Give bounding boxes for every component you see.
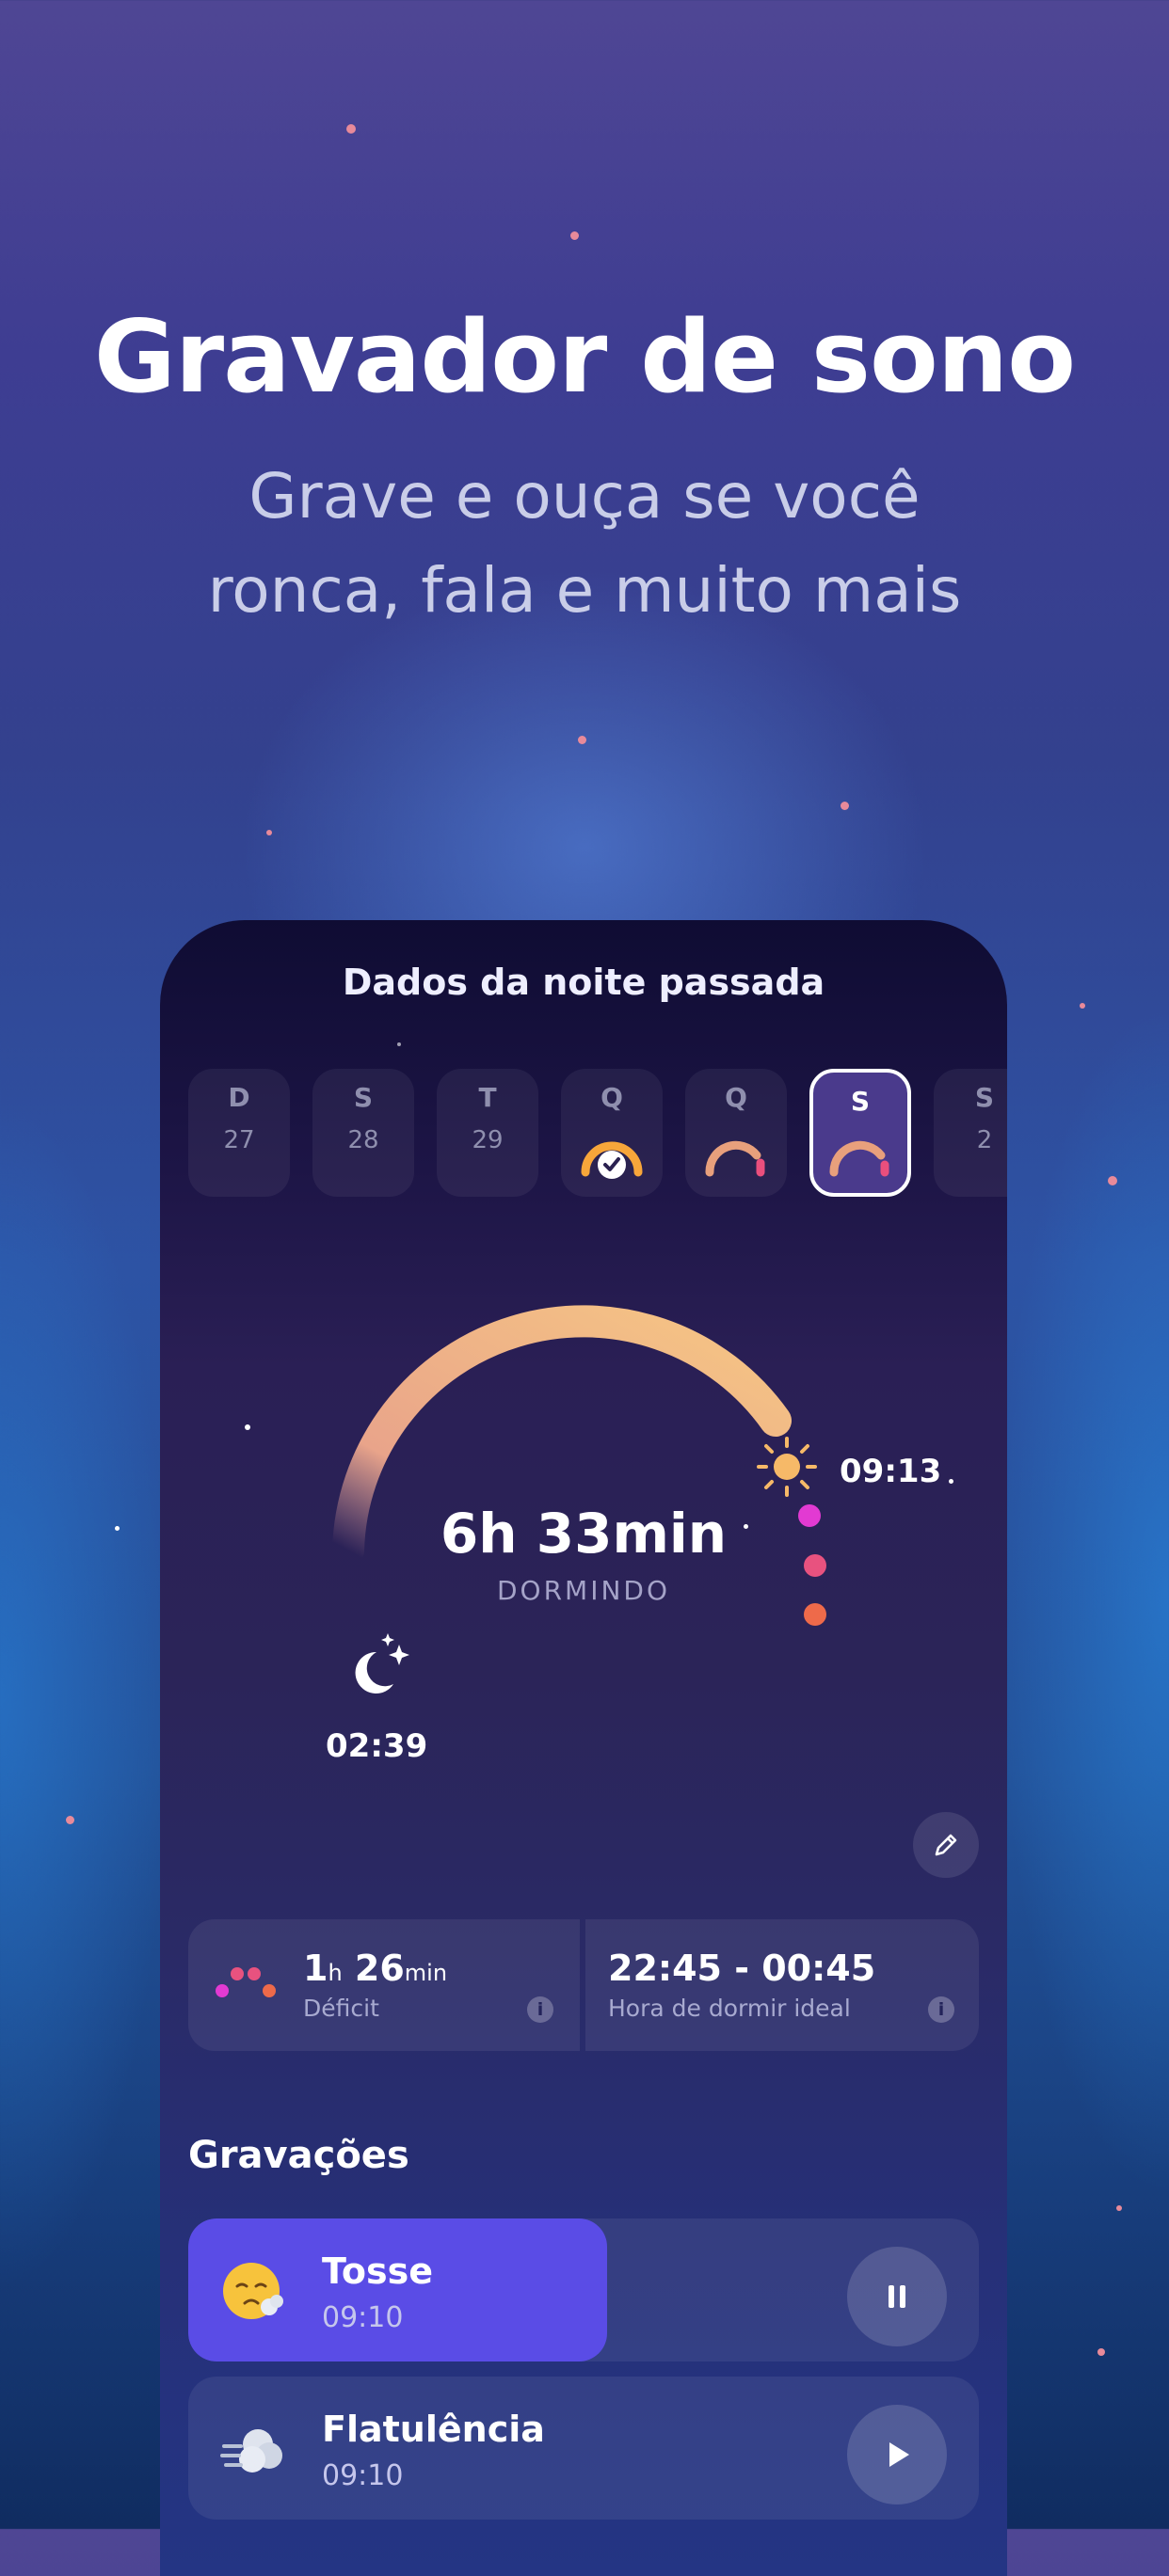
deficit-label: Déficit: [303, 1995, 379, 2022]
play-icon: [889, 2442, 909, 2467]
goal-met-icon: [581, 1141, 643, 1179]
deficit-value: 1h 26min: [303, 1948, 448, 1989]
day-selector: D 27 S 28 T 29 Q Q S S 2: [188, 1069, 1007, 1201]
sleep-arc-icon: [829, 1140, 889, 1177]
recording-time: 09:10: [322, 2459, 404, 2492]
coughing-face-icon: [223, 2263, 283, 2319]
pencil-icon: [935, 1834, 957, 1856]
info-icon[interactable]: i: [527, 1996, 553, 2023]
recording-item[interactable]: Tosse 09:10: [188, 2218, 979, 2361]
recording-name: Flatulência: [322, 2409, 545, 2450]
day-item[interactable]: Q: [561, 1069, 663, 1197]
recordings-title: Gravações: [188, 2134, 409, 2177]
gas-cloud-icon: [220, 2429, 282, 2473]
play-button[interactable]: [847, 2405, 947, 2504]
day-item[interactable]: S 2: [934, 1069, 1007, 1197]
ideal-bedtime-card[interactable]: 22:45 - 00:45 Hora de dormir ideal i: [585, 1919, 979, 2051]
moon-icon: [355, 1633, 409, 1693]
ideal-bedtime-label: Hora de dormir ideal: [608, 1995, 851, 2022]
edit-button[interactable]: [913, 1812, 979, 1878]
day-item[interactable]: T 29: [437, 1069, 538, 1197]
recording-time: 09:10: [322, 2301, 404, 2334]
subtitle-line-2: ronca, fala e muito mais: [207, 554, 962, 627]
ideal-bedtime-value: 22:45 - 00:45: [608, 1948, 876, 1989]
deficit-card[interactable]: 1h 26min Déficit i: [188, 1919, 580, 2051]
screen-title: Dados da noite passada: [342, 962, 825, 1003]
day-item[interactable]: S 28: [312, 1069, 414, 1197]
event-dot: [804, 1603, 826, 1626]
pause-button[interactable]: [847, 2247, 947, 2346]
day-item[interactable]: Q: [685, 1069, 787, 1197]
day-item[interactable]: D 27: [188, 1069, 290, 1197]
subtitle-line-1: Grave e ouça se você: [248, 460, 921, 533]
wake-time: 09:13: [840, 1453, 942, 1490]
dots-icon: [216, 1967, 276, 1997]
sleep-duration: 6h 33min: [440, 1502, 728, 1566]
headline: Gravador de sono: [93, 299, 1076, 415]
phone-screen: Dados da noite passada D 27 S 28 T 29 Q …: [160, 920, 1007, 2576]
day-item-selected[interactable]: S: [809, 1069, 911, 1197]
sleep-duration-label: DORMINDO: [496, 1575, 670, 1606]
recording-item[interactable]: Flatulência 09:10: [188, 2377, 979, 2520]
sun-icon: [757, 1437, 817, 1497]
subtitle: Grave e ouça se você ronca, fala e muito…: [0, 450, 1169, 638]
pause-icon: [889, 2285, 905, 2308]
sleep-start-time: 02:39: [326, 1727, 428, 1765]
info-icon[interactable]: i: [928, 1996, 954, 2023]
recording-name: Tosse: [322, 2250, 433, 2292]
sleep-arc-icon: [705, 1140, 765, 1177]
